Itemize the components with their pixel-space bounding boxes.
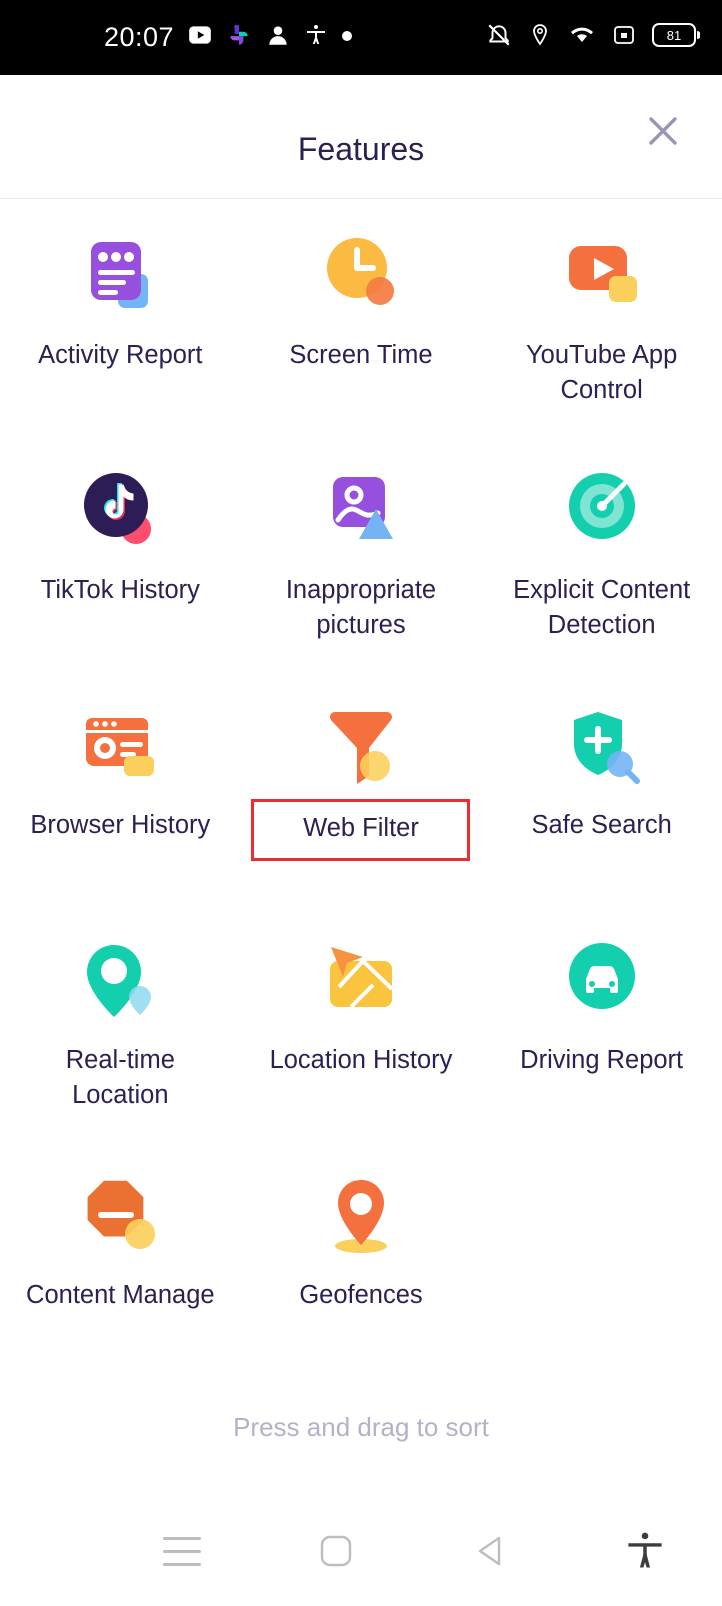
safe-search-icon (554, 696, 650, 792)
activity-report-icon (72, 226, 168, 322)
wifi-icon (568, 23, 596, 52)
ringer-mute-icon (486, 22, 512, 53)
feature-item-explicit-content-detection[interactable]: Explicit Content Detection (481, 435, 722, 670)
feature-label: Activity Report (38, 341, 203, 369)
explicit-content-detection-icon (554, 461, 650, 557)
contact-icon (265, 22, 291, 53)
android-nav-bar (0, 1496, 722, 1606)
feature-item-content-manage[interactable]: Content Manage (0, 1140, 241, 1375)
nav-back-button[interactable] (414, 1496, 568, 1606)
inappropriate-pictures-icon (313, 461, 409, 557)
content-manage-icon (72, 1166, 168, 1262)
feature-item-location-history[interactable]: Location History (241, 905, 482, 1140)
real-time-location-icon (72, 931, 168, 1027)
feature-label: Inappropriate pictures (285, 576, 437, 639)
battery-level-text: 81 (667, 28, 681, 43)
feature-label: Geofences (299, 1281, 423, 1309)
feature-item-browser-history[interactable]: Browser History (0, 670, 241, 905)
status-bar-left-group: 20:07 (104, 22, 353, 53)
feature-label: Screen Time (289, 341, 433, 369)
status-bar-right-group: 81 (486, 22, 701, 53)
feature-label: Real-time Location (65, 1046, 175, 1109)
battery-indicator: 81 (652, 22, 701, 53)
feature-item-inappropriate-pictures[interactable]: Inappropriate pictures (241, 435, 482, 670)
screen-time-icon (313, 226, 409, 322)
feature-item-real-time-location[interactable]: Real-time Location (0, 905, 241, 1140)
accessibility-icon (628, 1532, 662, 1568)
driving-report-icon (554, 931, 650, 1027)
feature-label: Browser History (30, 811, 211, 839)
youtube-icon (187, 22, 213, 53)
feature-label: Explicit Content Detection (513, 576, 691, 639)
features-grid: Activity Report Screen Time YouTube App … (0, 200, 722, 1375)
feature-label: Location History (269, 1046, 453, 1074)
phone-screen: 20:07 81 Features Activity Report Screen… (0, 0, 722, 1606)
feature-item-youtube-app-control[interactable]: YouTube App Control (481, 200, 722, 435)
feature-item-activity-report[interactable]: Activity Report (0, 200, 241, 435)
nav-home-button[interactable] (259, 1496, 413, 1606)
web-filter-icon (313, 696, 409, 792)
close-icon (649, 117, 677, 145)
browser-history-icon (72, 696, 168, 792)
feature-label: Content Manage (26, 1281, 215, 1309)
feature-grid-empty-slot (481, 1140, 722, 1375)
google-photos-icon (226, 22, 252, 53)
feature-label: Driving Report (520, 1046, 684, 1074)
feature-item-tiktok-history[interactable]: TikTok History (0, 435, 241, 670)
geofences-icon (313, 1166, 409, 1262)
feature-label: Web Filter (251, 799, 471, 861)
feature-label: TikTok History (40, 576, 200, 604)
location-history-icon (313, 931, 409, 1027)
feature-label: Safe Search (531, 811, 672, 839)
close-button[interactable] (640, 108, 686, 154)
screen-record-icon (612, 23, 636, 52)
location-icon (528, 23, 552, 52)
nav-accessibility-button[interactable] (568, 1496, 722, 1606)
dialog-header: Features (0, 75, 722, 199)
status-clock: 20:07 (104, 22, 175, 52)
feature-item-screen-time[interactable]: Screen Time (241, 200, 482, 435)
home-icon (321, 1535, 352, 1567)
status-bar: 20:07 81 (0, 0, 722, 75)
feature-item-driving-report[interactable]: Driving Report (481, 905, 722, 1140)
feature-item-web-filter[interactable]: Web Filter (241, 670, 482, 905)
menu-icon (163, 1536, 202, 1566)
youtube-app-control-icon (554, 226, 650, 322)
back-icon (478, 1536, 500, 1566)
dot-indicator-icon (341, 29, 353, 47)
sort-hint-text: Press and drag to sort (233, 1412, 489, 1442)
nav-menu-button[interactable] (105, 1496, 259, 1606)
tiktok-history-icon (72, 461, 168, 557)
feature-label: YouTube App Control (526, 341, 678, 404)
feature-item-geofences[interactable]: Geofences (241, 1140, 482, 1375)
accessibility-icon (304, 23, 328, 52)
page-title: Features (297, 131, 425, 167)
feature-item-safe-search[interactable]: Safe Search (481, 670, 722, 905)
